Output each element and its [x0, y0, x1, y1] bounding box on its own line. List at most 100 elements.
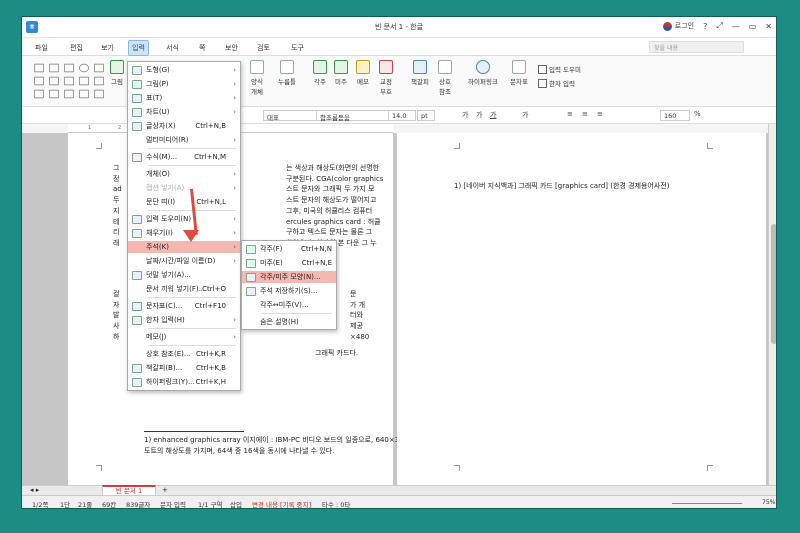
body-paragraph-end: 그래픽 카드다.	[315, 349, 359, 357]
zoom-slider[interactable]	[672, 503, 742, 504]
menu-item-table[interactable]: 표(T) ›	[128, 92, 240, 104]
menu-file[interactable]: 파일	[32, 41, 51, 55]
ribbon-memo[interactable]: 메모	[356, 60, 370, 86]
menu-item-paragraph-band[interactable]: 문단 띠(I) Ctrl+N,L	[128, 196, 240, 208]
fullscreen-button[interactable]: ⤢	[716, 21, 722, 31]
submenu-endnote[interactable]: 미주(E) Ctrl+N,E	[242, 257, 336, 269]
align-right-icon[interactable]: ≡	[597, 110, 603, 118]
ribbon-footnote[interactable]: 각주	[313, 60, 327, 86]
menubar: 파일 편집 보기 입력 서식 쪽 보안 검토 도구 찾을 내용	[22, 38, 776, 56]
bookmark-icon	[412, 60, 427, 74]
menu-item-multimedia[interactable]: 멀티미디어(R) ›	[128, 134, 240, 146]
status-col: 69칸	[102, 501, 117, 509]
menu-item-bookmark[interactable]: 책갈피(B)... Ctrl+K,B	[128, 362, 240, 374]
ribbon-crossref[interactable]: 상호 참조	[438, 60, 452, 96]
equation-icon	[132, 152, 142, 162]
menu-item-ruby[interactable]: 덧말 넣기(A)...	[128, 269, 240, 281]
menu-format[interactable]: 서식	[163, 41, 182, 55]
menu-page[interactable]: 쪽	[196, 41, 208, 55]
align-center-icon[interactable]: ≡	[582, 110, 588, 118]
ribbon-form[interactable]: 양식 개체	[250, 60, 264, 96]
ribbon-hyperlink[interactable]: 하이퍼링크	[468, 60, 498, 86]
ribbon-endnote[interactable]: 미주	[334, 60, 348, 86]
ribbon-memo-label: 메모	[357, 78, 369, 86]
font-select[interactable]: 함초롬돋움	[316, 110, 396, 122]
page-right[interactable]: 1) [네이버 지식백과] 그래픽 카드 [graphics card] (한경…	[397, 133, 766, 485]
menu-item-shape[interactable]: 도형(G) ›	[128, 64, 240, 76]
ribbon-click-here[interactable]: 누름틀	[278, 60, 296, 86]
titlebar: ㅎ 빈 문서 1 - 한글 로그인 ? ⤢ — ▭ ✕	[22, 17, 776, 38]
status-insert[interactable]: 삽입	[230, 499, 242, 508]
underline-icon[interactable]: 가	[490, 110, 496, 120]
ribbon-picture[interactable]: 그림	[110, 60, 124, 86]
shape-gallery[interactable]	[32, 62, 108, 102]
footnote-separator	[144, 431, 244, 432]
menu-item-date-time[interactable]: 날짜/시간/파일 이름(D) ›	[128, 255, 240, 267]
ribbon-input-helper[interactable]: 입력 도우미	[538, 64, 581, 74]
font-color-icon[interactable]: 가	[522, 110, 528, 120]
help-button[interactable]: ?	[703, 22, 707, 31]
menu-item-chart[interactable]: 차트(U) ›	[128, 106, 240, 118]
textbox-icon	[132, 121, 142, 131]
align-left-icon[interactable]: ≡	[567, 110, 573, 118]
status-typing: 타수 : 0타	[322, 501, 351, 509]
menu-security[interactable]: 보안	[222, 41, 241, 55]
menu-item-insert-file[interactable]: 문서 끼워 넣기(F)... Ctrl+O	[128, 283, 240, 295]
picture-icon	[132, 79, 142, 89]
menu-item-equation[interactable]: 수식(M)... Ctrl+N,M	[128, 151, 240, 163]
submenu-save-notes[interactable]: 주석 저장하기(S)...	[242, 285, 336, 297]
close-button[interactable]: ✕	[765, 22, 772, 31]
menu-tools[interactable]: 도구	[288, 41, 307, 55]
menu-view[interactable]: 보기	[98, 41, 117, 55]
input-helper-icon	[132, 214, 142, 224]
maximize-button[interactable]: ▭	[749, 22, 757, 31]
submenu-footnote[interactable]: 각주(F) Ctrl+N,N	[242, 243, 336, 255]
scroll-thumb[interactable]	[771, 224, 776, 344]
endnote-text: 1) [네이버 지식백과] 그래픽 카드 [graphics card] (한경…	[454, 182, 670, 190]
vertical-scrollbar[interactable]	[768, 124, 776, 485]
ribbon-revision[interactable]: 교정 부호	[379, 60, 393, 96]
menu-item-char-table[interactable]: 문자표(C)... Ctrl+F10	[128, 300, 240, 312]
menu-item-hyperlink[interactable]: 하이퍼링크(Y)... Ctrl+K,H	[128, 376, 240, 388]
tab-nav-icon[interactable]: ◂ ▸	[30, 486, 39, 494]
menu-item-memo[interactable]: 메모(J) ›	[128, 331, 240, 343]
margin-corner	[707, 465, 713, 471]
font-unit-select[interactable]: pt	[417, 110, 435, 121]
font-size-input[interactable]: 14.0	[388, 110, 416, 121]
zoom-input[interactable]: 160	[660, 110, 690, 121]
bold-icon[interactable]: 가	[462, 110, 468, 120]
ribbon-hyperlink-label: 하이퍼링크	[468, 78, 498, 86]
status-section: 1단	[60, 501, 71, 509]
italic-icon[interactable]: 가	[476, 110, 482, 120]
submenu-hidden-comment[interactable]: 숨은 설명(H)	[242, 316, 336, 328]
menu-item-textbox[interactable]: 글상자(X) Ctrl+N,B	[128, 120, 240, 132]
save-notes-icon	[246, 286, 256, 296]
login-button[interactable]: 로그인	[662, 21, 694, 31]
footnote-icon	[313, 60, 327, 74]
search-input[interactable]: 찾을 내용	[649, 41, 744, 53]
field-icon	[279, 60, 294, 74]
add-tab-button[interactable]: +	[162, 486, 168, 494]
menu-insert[interactable]: 입력	[128, 40, 149, 56]
menu-item-object[interactable]: 개체(O) ›	[128, 168, 240, 180]
ribbon-picture-label: 그림	[111, 78, 123, 86]
status-page[interactable]: 1/2쪽	[32, 499, 48, 508]
menu-item-input-helper[interactable]: 입력 도우미(N) ›	[128, 213, 240, 225]
submenu-convert-notes[interactable]: 각주↔미주(V)...	[242, 299, 336, 311]
menu-item-notes[interactable]: 주석(K) ›	[128, 241, 240, 253]
ribbon-char-table[interactable]: 문자표	[510, 60, 528, 86]
minimize-button[interactable]: —	[732, 22, 740, 31]
menu-item-hanja[interactable]: 한자 입력(H) ›	[128, 314, 240, 326]
ribbon-hanja-input[interactable]: 한자 입력	[538, 78, 575, 88]
menu-item-crossref[interactable]: 상호 참조(E)... Ctrl+K,R	[128, 348, 240, 360]
ribbon-bookmark[interactable]: 책갈피	[411, 60, 429, 86]
picture-icon	[110, 60, 124, 74]
menu-item-picture[interactable]: 그림(P) ›	[128, 78, 240, 90]
crossref-icon	[438, 60, 452, 74]
status-track-changes[interactable]: 변경 내용 [기록 중지]	[252, 499, 311, 508]
submenu-note-shape[interactable]: 각주/미주 모양(N)...	[242, 271, 336, 283]
menu-review[interactable]: 검토	[254, 41, 273, 55]
app-window: ㅎ 빈 문서 1 - 한글 로그인 ? ⤢ — ▭ ✕ 파일 편집 보기 입력 …	[21, 16, 777, 509]
menu-item-caption[interactable]: 캡션 넣기(A) ›	[128, 182, 240, 194]
menu-edit[interactable]: 편집	[67, 41, 86, 55]
